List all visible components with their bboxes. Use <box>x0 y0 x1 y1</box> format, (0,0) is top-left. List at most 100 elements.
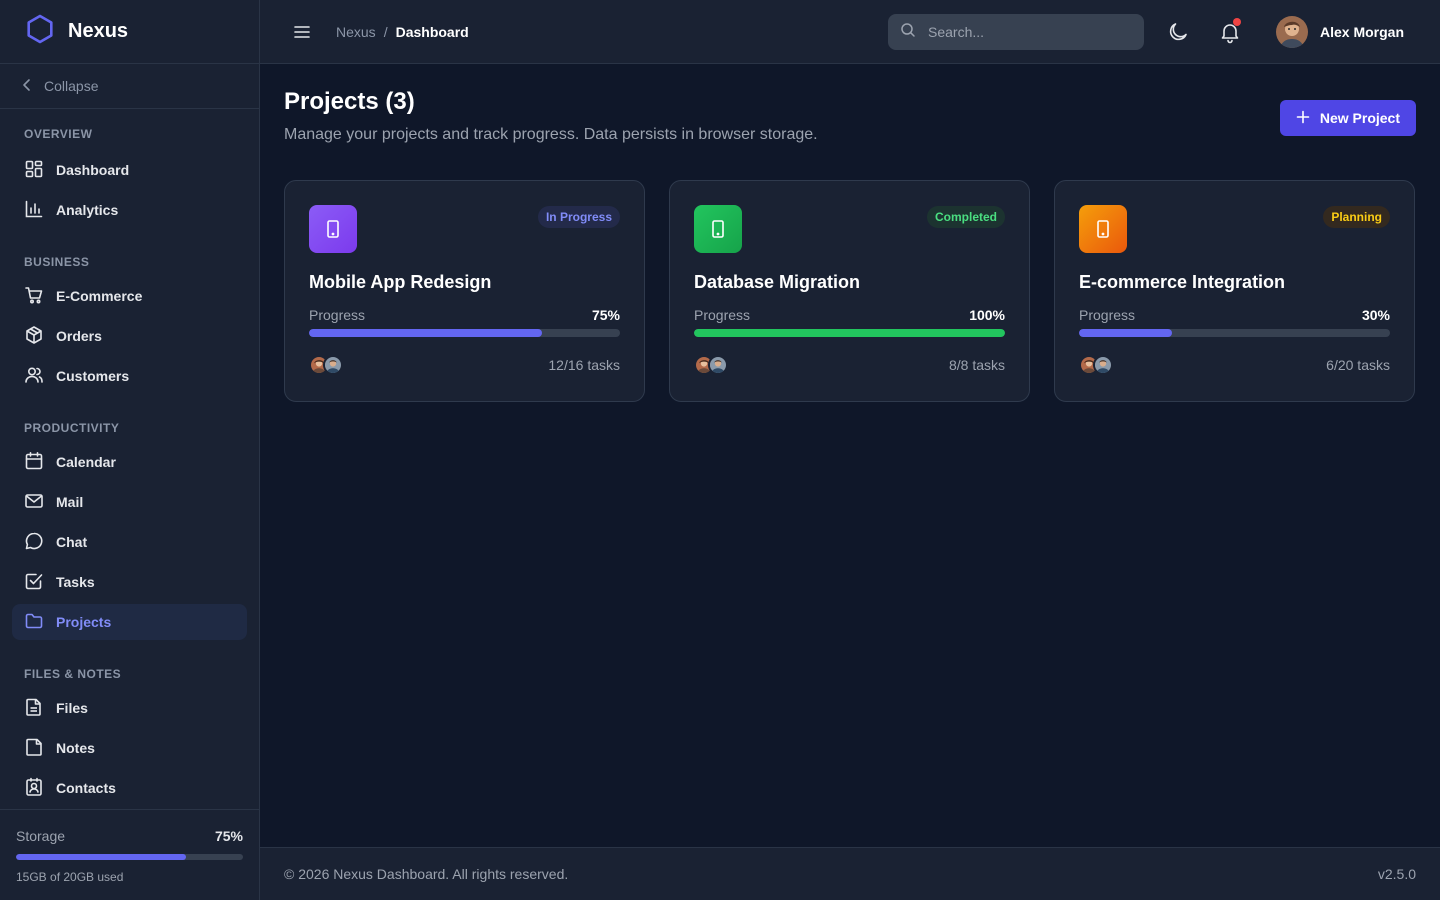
progress-bar <box>309 329 620 337</box>
mobile-icon <box>712 220 724 238</box>
sidebar: Nexus Collapse OVERVIEW Dashboard Analyt… <box>0 0 260 900</box>
theme-toggle-button[interactable] <box>1166 20 1190 44</box>
package-icon <box>24 325 56 348</box>
moon-icon <box>1169 23 1187 41</box>
tasks-count: 12/16 tasks <box>548 357 620 373</box>
breadcrumb-root[interactable]: Nexus <box>336 24 376 40</box>
project-card[interactable]: Planning E-commerce Integration Progress… <box>1054 180 1415 402</box>
project-icon <box>1079 205 1127 253</box>
sidebar-item-label: Customers <box>56 368 130 384</box>
sidebar-item-mail[interactable]: Mail <box>12 484 247 520</box>
sidebar-item-chat[interactable]: Chat <box>12 524 247 560</box>
contacts-icon <box>24 777 56 800</box>
project-title: Mobile App Redesign <box>309 272 492 292</box>
chevron-left-icon <box>20 78 44 95</box>
storage-bar <box>16 854 243 860</box>
new-project-button[interactable]: New Project <box>1279 100 1416 136</box>
breadcrumb-current: Dashboard <box>395 23 469 40</box>
sidebar-item-dashboard[interactable]: Dashboard <box>12 152 247 188</box>
sidebar-item-contacts[interactable]: Contacts <box>12 770 247 806</box>
version-text: v2.5.0 <box>1377 866 1416 882</box>
collapse-button[interactable]: Collapse <box>0 64 259 109</box>
sidebar-item-files[interactable]: Files <box>12 690 247 726</box>
users-icon <box>24 365 56 388</box>
team-avatars <box>694 355 728 375</box>
sidebar-item-calendar[interactable]: Calendar <box>12 444 247 480</box>
progress-label: Progress <box>309 307 366 323</box>
cart-icon <box>24 285 56 308</box>
progress-value: 100% <box>969 307 1005 323</box>
sidebar-item-notes[interactable]: Notes <box>12 730 247 766</box>
project-title: Database Migration <box>694 272 861 292</box>
chat-icon <box>24 531 56 554</box>
sidebar-item-label: Analytics <box>56 202 119 218</box>
sidebar-item-label: E-Commerce <box>56 288 143 304</box>
status-badge: Planning <box>1323 206 1390 228</box>
page-subtitle: Manage your projects and track progress.… <box>284 126 818 143</box>
page-title: Projects (3) <box>284 88 415 115</box>
sidebar-item-analytics[interactable]: Analytics <box>12 192 247 228</box>
sidebar-item-label: Dashboard <box>56 162 130 178</box>
notifications-button[interactable] <box>1218 18 1242 44</box>
status-badge: In Progress <box>537 206 620 228</box>
search-input[interactable] <box>928 24 1128 40</box>
storage-bar-fill <box>16 854 187 860</box>
top-header: Nexus / Dashboard Alex Morgan <box>260 0 1440 64</box>
section-title-productivity: PRODUCTIVITY <box>24 421 120 435</box>
breadcrumb-separator: / <box>383 23 388 40</box>
sidebar-item-label: Files <box>56 700 88 716</box>
progress-bar <box>1079 329 1390 337</box>
progress-label: Progress <box>694 307 751 323</box>
sidebar-item-label: Calendar <box>56 454 116 470</box>
new-project-label: New Project <box>1319 110 1400 126</box>
sidebar-item-label: Projects <box>56 614 112 630</box>
project-card[interactable]: Completed Database Migration Progress 10… <box>669 180 1030 402</box>
calendar-icon <box>24 451 56 474</box>
copyright-text: © 2026 Nexus Dashboard. All rights reser… <box>284 866 569 882</box>
hamburger-icon <box>294 25 310 38</box>
project-icon <box>309 205 357 253</box>
storage-percent: 75% <box>214 828 243 844</box>
status-badge: Completed <box>926 206 1005 228</box>
brand[interactable]: Nexus <box>0 0 259 64</box>
progress-value: 75% <box>591 307 620 323</box>
avatar <box>1093 355 1113 375</box>
progress-bar-fill <box>1079 329 1173 337</box>
section-title-overview: OVERVIEW <box>24 127 93 141</box>
project-card[interactable]: In Progress Mobile App Redesign Progress… <box>284 180 645 402</box>
user-name: Alex Morgan <box>1320 24 1405 40</box>
search-box[interactable] <box>888 14 1144 50</box>
sidebar-nav: OVERVIEW Dashboard Analytics BUSINESS E-… <box>0 109 259 806</box>
avatar <box>1276 16 1308 48</box>
dashboard-icon <box>24 159 56 182</box>
logo-hexagon-icon <box>24 13 56 50</box>
sidebar-item-projects[interactable]: Projects <box>12 604 247 640</box>
menu-toggle-button[interactable] <box>292 22 312 42</box>
progress-label: Progress <box>1079 307 1136 323</box>
search-icon <box>900 22 916 43</box>
storage-used: 15GB of 20GB used <box>16 870 124 884</box>
tasks-icon <box>24 571 56 594</box>
sidebar-item-label: Tasks <box>56 574 95 590</box>
progress-bar-fill <box>694 329 1005 337</box>
section-title-files-notes: FILES & NOTES <box>24 667 122 681</box>
avatar <box>708 355 728 375</box>
note-icon <box>24 737 56 760</box>
sidebar-item-label: Contacts <box>56 780 116 796</box>
user-menu[interactable]: Alex Morgan <box>1276 16 1404 48</box>
team-avatars <box>1079 355 1113 375</box>
sidebar-item-ecommerce[interactable]: E-Commerce <box>12 278 247 314</box>
mobile-icon <box>327 220 339 238</box>
file-icon <box>24 697 56 720</box>
sidebar-item-label: Orders <box>56 328 102 344</box>
plus-icon <box>1296 110 1320 127</box>
tasks-count: 8/8 tasks <box>948 357 1005 373</box>
sidebar-item-orders[interactable]: Orders <box>12 318 247 354</box>
sidebar-item-customers[interactable]: Customers <box>12 358 247 394</box>
sidebar-item-tasks[interactable]: Tasks <box>12 564 247 600</box>
main-content: Projects (3) Manage your projects and tr… <box>260 64 1440 847</box>
project-cards: In Progress Mobile App Redesign Progress… <box>284 180 1415 402</box>
mobile-icon <box>1097 220 1109 238</box>
project-title: E-commerce Integration <box>1079 272 1286 292</box>
storage-label: Storage <box>16 828 66 844</box>
